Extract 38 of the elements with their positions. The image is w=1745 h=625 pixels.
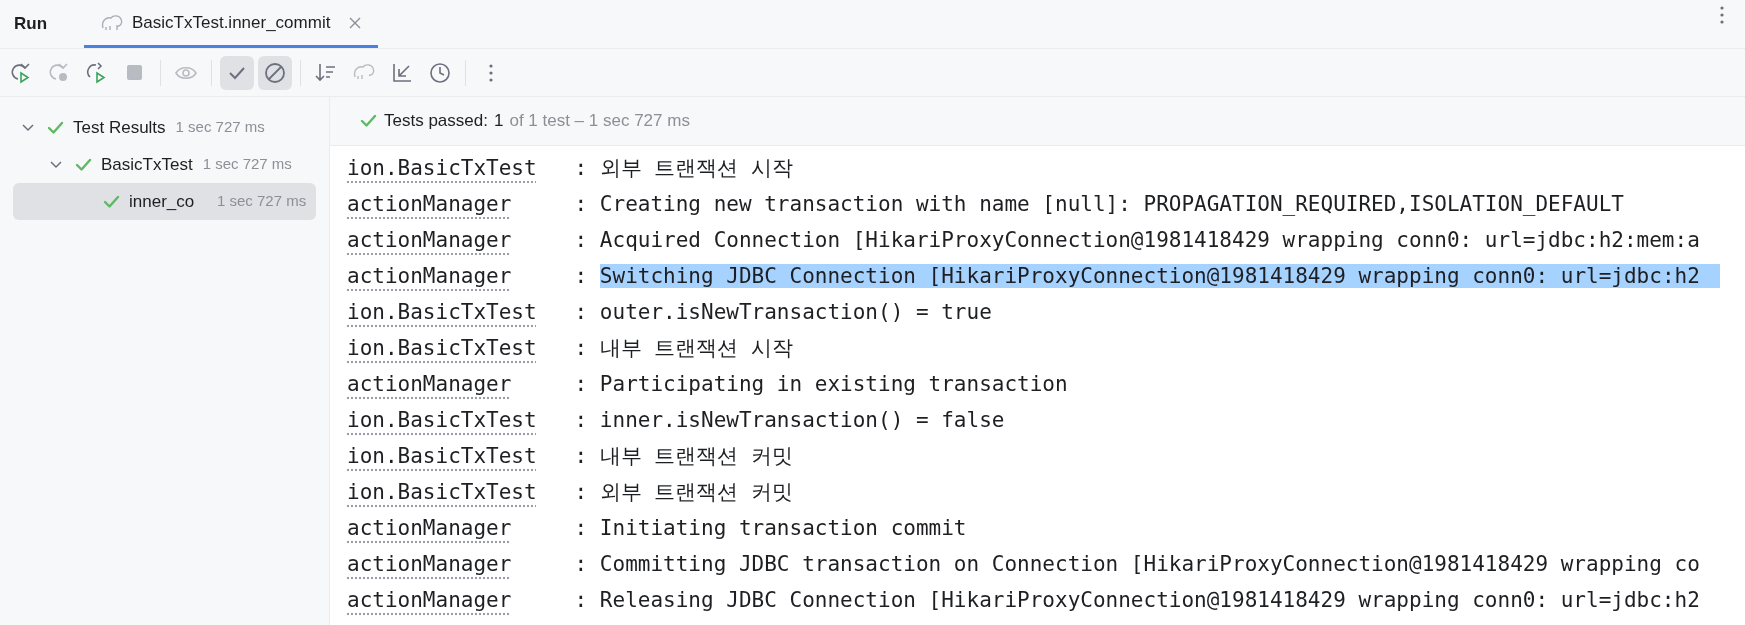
status-text: of 1 test – 1 sec 727 ms [509,110,690,133]
logger-link[interactable]: ion.BasicTxTest [347,408,537,433]
log-message: : Participating in existing transaction [574,371,1068,399]
logger-link[interactable]: ion.BasicTxTest [347,444,537,469]
logger-link[interactable]: actionManager [347,372,512,397]
more-icon[interactable] [1719,5,1725,25]
logger-link[interactable]: actionManager [347,264,512,289]
log-message: : Initiating transaction commit [574,515,967,543]
status-text: Tests passed: [384,110,488,133]
tree-item[interactable]: Test Results 1 sec 727 ms [13,109,316,146]
clock-icon[interactable] [428,60,452,85]
log-message: : Releasing JDBC Connection [HikariProxyConnection@1981418429 wrapping conn0: url=jdbc:h2 [574,587,1700,615]
logger-link[interactable]: ion.BasicTxTest [347,300,537,325]
log-message: : Creating new transaction with name [null]: PROPAGATION_REQUIRED,ISOLATION_DEFAULT [574,191,1624,219]
tree-item[interactable]: inner_co 1 sec 727 ms [13,183,316,220]
check-icon [360,112,378,130]
log-message: : 외부 트랜잭션 커밋 [574,479,794,507]
logger-link[interactable]: actionManager [347,588,512,613]
run-tab[interactable]: BasicTxTest.inner_commit [84,0,379,48]
log-message: : Committing JDBC transaction on Connection [HikariProxyConnection@1981418429 wrapping co [574,551,1700,579]
tree-item[interactable]: BasicTxTest 1 sec 727 ms [13,146,316,183]
panel-title: Run [14,13,49,36]
logger-link[interactable]: ion.BasicTxTest [347,156,537,181]
log-message: : 내부 트랜잭션 커밋 [574,443,794,471]
log-message: : 외부 트랜잭션 시작 [574,155,794,183]
rerun-icon[interactable] [9,60,33,85]
logger-link[interactable]: actionManager [347,516,512,541]
log-message: : 내부 트랜잭션 시작 [574,335,794,363]
logger-link[interactable]: ion.BasicTxTest [347,336,537,361]
log-message: : inner.isNewTransaction() = false [574,407,1005,435]
close-icon[interactable] [348,15,363,30]
logger-link[interactable]: actionManager [347,552,512,577]
passed-count: 1 [493,110,504,133]
log-message: : Acquired Connection [HikariProxyConnection@1981418429 wrapping conn0: url=jdbc:h2:mem:a [574,227,1700,255]
logger-link[interactable]: actionManager [347,192,512,217]
logger-link[interactable]: actionManager [347,228,512,253]
logger-link[interactable]: ion.BasicTxTest [347,480,537,505]
log-message: : outer.isNewTransaction() = true [574,299,992,327]
